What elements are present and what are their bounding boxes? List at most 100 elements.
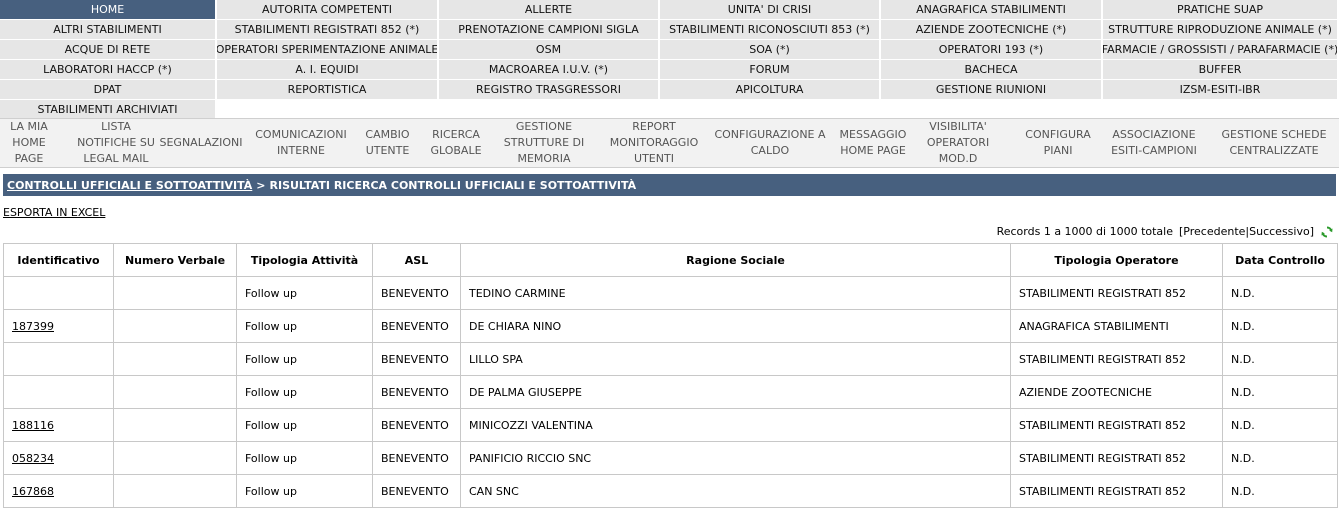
cell-ragione-sociale: PANIFICIO RICCIO SNC [460, 441, 1011, 475]
toolbar-configurazione-a-caldo[interactable]: CONFIGURAZIONE A CALDO [712, 119, 828, 167]
tab-reportistica[interactable]: REPORTISTICA [217, 80, 439, 100]
tab-osm[interactable]: OSM [439, 40, 660, 60]
identificativo-link[interactable]: 167868 [12, 485, 54, 498]
cell-ragione-sociale: CAN SNC [460, 474, 1011, 508]
tab-home[interactable]: HOME [0, 0, 217, 20]
tab-acque-di-rete[interactable]: ACQUE DI RETE [0, 40, 217, 60]
cell-tipologia-operatore: STABILIMENTI REGISTRATI 852 [1010, 342, 1223, 376]
identificativo-link[interactable]: 058234 [12, 452, 54, 465]
breadcrumb-link-controlli[interactable]: CONTROLLI UFFICIALI E SOTTOATTIVITÀ [7, 179, 252, 192]
export-excel-link[interactable]: ESPORTA IN EXCEL [3, 206, 105, 219]
results-table: Identificativo Numero Verbale Tipologia … [3, 243, 1338, 508]
cell-ragione-sociale: MINICOZZI VALENTINA [460, 408, 1011, 442]
toolbar-la-mia-home-page[interactable]: LA MIA HOME PAGE [0, 119, 58, 167]
column-header-numero-verbale[interactable]: Numero Verbale [113, 243, 237, 277]
cell-data-controllo: N.D. [1222, 375, 1338, 409]
cell-ragione-sociale: TEDINO CARMINE [460, 276, 1011, 310]
toolbar-gestione-strutture-di-memoria[interactable]: GESTIONE STRUTTURE DI MEMORIA [492, 119, 596, 167]
tab-izsm-esiti-ibr[interactable]: IZSM-ESITI-IBR [1103, 80, 1339, 100]
toolbar-visibilita-operatori-mod-d[interactable]: VISIBILITA' OPERATORI MOD.D [918, 119, 998, 167]
cell-data-controllo: N.D. [1222, 441, 1338, 475]
identificativo-link[interactable]: 187399 [12, 320, 54, 333]
tab-stabilimenti-archiviati[interactable]: STABILIMENTI ARCHIVIATI [0, 100, 217, 120]
tab-prenotazione-campioni-sigla[interactable]: PRENOTAZIONE CAMPIONI SIGLA [439, 20, 660, 40]
cell-identificativo: 058234 [3, 441, 114, 475]
breadcrumb: CONTROLLI UFFICIALI E SOTTOATTIVITÀ > RI… [3, 174, 1336, 196]
column-header-asl[interactable]: ASL [372, 243, 461, 277]
cell-data-controllo: N.D. [1222, 276, 1338, 310]
tab-stabilimenti-registrati-852[interactable]: STABILIMENTI REGISTRATI 852 (*) [217, 20, 439, 40]
tab-farmacie-grossisti-parafarmacie[interactable]: FARMACIE / GROSSISTI / PARAFARMACIE (*) [1103, 40, 1339, 60]
tab-a-i-equidi[interactable]: A. I. EQUIDI [217, 60, 439, 80]
tab-strutture-riproduzione-animale[interactable]: STRUTTURE RIPRODUZIONE ANIMALE (*) [1103, 20, 1339, 40]
cell-tipologia-attivita: Follow up [236, 342, 373, 376]
tab-gestione-riunioni[interactable]: GESTIONE RIUNIONI [881, 80, 1103, 100]
cell-asl: BENEVENTO [372, 375, 461, 409]
tab-operatori-sperimentazione-animale[interactable]: OPERATORI SPERIMENTAZIONE ANIMALE [217, 40, 439, 60]
tab-buffer[interactable]: BUFFER [1103, 60, 1339, 80]
pager-previous-link[interactable]: Precedente [1183, 225, 1245, 238]
cell-asl: BENEVENTO [372, 474, 461, 508]
cell-tipologia-attivita: Follow up [236, 441, 373, 475]
toolbar-messaggio-home-page[interactable]: MESSAGGIO HOME PAGE [828, 119, 918, 167]
table-row: 058234 Follow up BENEVENTO PANIFICIO RICCIO… [3, 441, 1338, 475]
tab-unita-di-crisi[interactable]: UNITA' DI CRISI [660, 0, 881, 20]
tab-bacheca[interactable]: BACHECA [881, 60, 1103, 80]
toolbar-associazione-esiti-campioni[interactable]: ASSOCIAZIONE ESITI-CAMPIONI [1098, 119, 1210, 167]
tab-macroarea-i-u-v[interactable]: MACROAREA I.U.V. (*) [439, 60, 660, 80]
records-summary: Records 1 a 1000 di 1000 totale [996, 225, 1173, 238]
cell-numero-verbale [113, 408, 237, 442]
tab-operatori-193[interactable]: OPERATORI 193 (*) [881, 40, 1103, 60]
tab-dpat[interactable]: DPAT [0, 80, 217, 100]
tab-autorita-competenti[interactable]: AUTORITA COMPETENTI [217, 0, 439, 20]
tab-aziende-zootecniche[interactable]: AZIENDE ZOOTECNICHE (*) [881, 20, 1103, 40]
column-header-ragione-sociale[interactable]: Ragione Sociale [460, 243, 1011, 277]
cell-tipologia-operatore: STABILIMENTI REGISTRATI 852 [1010, 276, 1223, 310]
toolbar-report-monitoraggio-utenti[interactable]: REPORT MONITORAGGIO UTENTI [596, 119, 712, 167]
column-header-tipologia-attivita[interactable]: Tipologia Attività [236, 243, 373, 277]
cell-numero-verbale [113, 375, 237, 409]
cell-tipologia-operatore: AZIENDE ZOOTECNICHE [1010, 375, 1223, 409]
tab-stabilimenti-riconosciuti-853[interactable]: STABILIMENTI RICONOSCIUTI 853 (*) [660, 20, 881, 40]
cell-tipologia-operatore: STABILIMENTI REGISTRATI 852 [1010, 441, 1223, 475]
breadcrumb-separator: > [256, 178, 266, 192]
tab-apicoltura[interactable]: APICOLTURA [660, 80, 881, 100]
toolbar-cambio-utente[interactable]: CAMBIO UTENTE [355, 119, 420, 167]
toolbar-comunicazioni-interne[interactable]: COMUNICAZIONI INTERNE [247, 119, 355, 167]
tab-laboratori-haccp[interactable]: LABORATORI HACCP (*) [0, 60, 217, 80]
breadcrumb-current: RISULTATI RICERCA CONTROLLI UFFICIALI E … [269, 178, 637, 192]
toolbar-gestione-schede-centralizzate[interactable]: GESTIONE SCHEDE CENTRALIZZATE [1210, 119, 1338, 167]
column-header-identificativo[interactable]: Identificativo [3, 243, 114, 277]
tab-allerte[interactable]: ALLERTE [439, 0, 660, 20]
cell-asl: BENEVENTO [372, 342, 461, 376]
table-row: 188116 Follow up BENEVENTO MINICOZZI VALENT… [3, 408, 1338, 442]
tab-pratiche-suap[interactable]: PRATICHE SUAP [1103, 0, 1339, 20]
column-header-data-controllo[interactable]: Data Controllo [1222, 243, 1338, 277]
refresh-icon[interactable] [1321, 225, 1333, 238]
table-header-row: Identificativo Numero Verbale Tipologia … [3, 243, 1338, 277]
cell-numero-verbale [113, 342, 237, 376]
table-row: Follow up BENEVENTO TEDINO CARMINE STABILIM… [3, 276, 1338, 310]
pager-next-link[interactable]: Successivo [1249, 225, 1310, 238]
toolbar-segnalazioni[interactable]: SEGNALAZIONI [155, 119, 247, 167]
cell-numero-verbale [113, 276, 237, 310]
table-row: Follow up BENEVENTO LILLO SPA STABILIMENTI … [3, 342, 1338, 376]
cell-numero-verbale [113, 309, 237, 343]
tab-anagrafica-stabilimenti[interactable]: ANAGRAFICA STABILIMENTI [881, 0, 1103, 20]
cell-tipologia-operatore: STABILIMENTI REGISTRATI 852 [1010, 474, 1223, 508]
tab-forum[interactable]: FORUM [660, 60, 881, 80]
cell-tipologia-attivita: Follow up [236, 408, 373, 442]
tab-altri-stabilimenti[interactable]: ALTRI STABILIMENTI [0, 20, 217, 40]
tab-filler [217, 100, 439, 120]
cell-data-controllo: N.D. [1222, 408, 1338, 442]
tab-filler [881, 100, 1103, 120]
tab-registro-trasgressori[interactable]: REGISTRO TRASGRESSORI [439, 80, 660, 100]
identificativo-link[interactable]: 188116 [12, 419, 54, 432]
records-pager: Records 1 a 1000 di 1000 totale [ Preced… [997, 225, 1333, 238]
tab-filler [660, 100, 881, 120]
main-menu-tabs: HOME AUTORITA COMPETENTI ALLERTE UNITA' DI … [0, 0, 1339, 120]
tab-soa[interactable]: SOA (*) [660, 40, 881, 60]
column-header-tipologia-operatore[interactable]: Tipologia Operatore [1010, 243, 1223, 277]
toolbar-ricerca-globale[interactable]: RICERCA GLOBALE [420, 119, 492, 167]
cell-tipologia-attivita: Follow up [236, 375, 373, 409]
